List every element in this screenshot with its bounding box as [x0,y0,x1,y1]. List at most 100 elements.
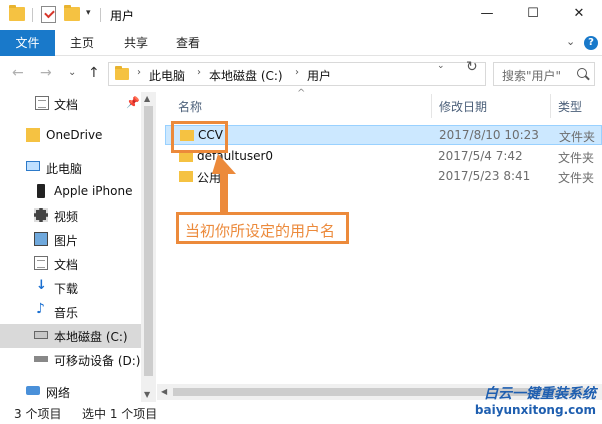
minimize-button[interactable]: — [464,0,510,30]
window-title: 用户 [110,9,135,23]
file-name: 公用 [197,171,222,185]
forward-button[interactable]: → [40,65,52,81]
breadcrumb-separator: › [197,67,201,78]
item-count: 3 个项目 [14,407,62,421]
new-folder-icon[interactable] [64,5,80,21]
properties-icon[interactable] [41,6,56,23]
computer-icon [26,161,40,171]
selected-count: 选中 1 个项目 [82,407,158,421]
file-type: 文件夹 [558,151,595,165]
navigation-scrollbar[interactable]: ▲ ▼ [141,92,156,402]
sidebar-item-iphone[interactable]: Apple iPhone [0,180,141,204]
sidebar-item-label: 视频 [54,210,79,224]
expand-ribbon-icon[interactable]: ⌄ [566,35,575,48]
recent-locations-button[interactable]: ⌄ [68,67,76,78]
sidebar-item-music[interactable]: ♪ 音乐 [0,300,141,324]
tab-view[interactable]: 查看 [168,30,208,56]
sidebar-item-network[interactable]: 网络 [0,380,141,404]
document-icon [34,256,48,270]
file-row[interactable]: CCV 2017/8/10 10:23 文件夹 [165,125,602,145]
file-date: 2017/5/23 8:41 [438,169,531,183]
divider [100,8,101,22]
back-button[interactable]: ← [12,65,24,81]
column-divider[interactable] [550,94,551,118]
sidebar-item-label: 图片 [54,234,79,248]
breadcrumb-this-pc[interactable]: 此电脑 [149,67,185,84]
music-icon: ♪ [36,301,45,317]
folder-icon [115,66,129,80]
column-header-type[interactable]: 类型 [558,98,582,115]
file-date: 2017/8/10 10:23 [439,128,539,142]
maximize-button[interactable]: ☐ [510,0,556,30]
file-type: 文件夹 [559,130,596,144]
breadcrumb-local-disk[interactable]: 本地磁盘 (C:) [209,67,283,84]
annotation-text: 当初你所设定的用户名 [185,222,336,240]
tab-home[interactable]: 主页 [62,30,102,56]
sidebar-item-label: 文档 [54,98,79,112]
document-icon [35,96,49,110]
address-row: ← → ⌄ ↑ › 此电脑 › 本地磁盘 (C:) › 用户 ⌄ ↻ 搜索"用户… [0,56,602,92]
folder-icon [179,171,193,182]
sidebar-item-label: 可移动设备 (D:) [54,354,141,368]
scroll-up-icon[interactable]: ▲ [144,94,150,103]
divider [32,8,33,22]
file-row[interactable]: 公用 2017/5/23 8:41 文件夹 [165,167,602,187]
file-type: 文件夹 [558,171,595,185]
sidebar-item-label: 此电脑 [46,162,83,176]
close-button[interactable]: ✕ [556,0,602,30]
sidebar-item-onedrive[interactable]: OneDrive [0,124,141,148]
quick-access-dropdown-icon[interactable]: ▾ [86,8,91,18]
sort-ascending-icon: ^ [297,88,306,99]
scroll-left-icon[interactable]: ◀ [161,387,167,396]
sidebar-item-this-pc[interactable]: 此电脑 [0,156,141,180]
navigation-pane: 文档 📌 OneDrive 此电脑 Apple iPhone 视频 图片 文档 … [0,92,157,402]
sidebar-item-videos[interactable]: 视频 [0,204,141,228]
highlight-box [171,121,228,153]
file-date: 2017/5/4 7:42 [438,149,523,163]
search-icon[interactable] [577,68,587,78]
annotation-callout: 当初你所设定的用户名 [176,212,349,244]
search-placeholder: 搜索"用户" [502,69,562,83]
sidebar-item-pictures[interactable]: 图片 [0,228,141,252]
title-bar: ▾ 用户 — ☐ ✕ [0,0,602,30]
sidebar-item-local-disk[interactable]: 本地磁盘 (C:) [0,324,141,348]
address-bar[interactable]: › 此电脑 › 本地磁盘 (C:) › 用户 [108,62,486,86]
phone-icon [37,184,45,198]
watermark: 白云一键重装系统 baiyunxitong.com [448,381,602,424]
column-divider[interactable] [431,94,432,118]
watermark-url: baiyunxitong.com [474,403,596,417]
search-input[interactable]: 搜索"用户" [493,62,595,86]
sidebar-item-label: Apple iPhone [54,184,133,198]
sidebar-item-label: 下载 [54,282,79,296]
download-icon: ↓ [36,278,47,293]
watermark-brand: 白云一键重装系统 [484,386,596,402]
tab-share[interactable]: 共享 [116,30,156,56]
breadcrumb-separator: › [137,67,141,78]
address-dropdown-icon[interactable]: ⌄ [437,61,445,71]
file-row[interactable]: defaultuser0 2017/5/4 7:42 文件夹 [165,147,602,167]
scrollbar-thumb[interactable] [144,106,153,376]
onedrive-icon [26,128,40,142]
column-header-date[interactable]: 修改日期 [439,98,487,115]
sidebar-item-label: 网络 [46,386,71,400]
refresh-icon[interactable]: ↻ [466,59,478,75]
up-button[interactable]: ↑ [88,65,100,81]
picture-icon [34,232,48,246]
help-icon[interactable]: ? [584,36,598,50]
sidebar-item-label: 音乐 [54,306,79,320]
sidebar-item-label: OneDrive [46,128,103,142]
column-header-name[interactable]: 名称 [178,98,202,115]
breadcrumb-users[interactable]: 用户 [307,67,331,84]
folder-icon [9,5,25,21]
tab-file[interactable]: 文件 [0,30,55,56]
sidebar-item-label: 本地磁盘 (C:) [54,330,128,344]
sidebar-item-documents[interactable]: 文档 [0,252,141,276]
sidebar-item-removable-drive[interactable]: 可移动设备 (D:) [0,348,141,372]
sidebar-item-downloads[interactable]: ↓ 下载 [0,276,141,300]
usb-drive-icon [34,356,48,362]
video-icon [34,208,48,222]
scroll-down-icon[interactable]: ▼ [144,390,150,399]
drive-icon [34,331,48,339]
pin-icon[interactable]: 📌 [126,96,140,109]
sidebar-item-documents-pinned[interactable]: 文档 📌 [0,92,141,116]
